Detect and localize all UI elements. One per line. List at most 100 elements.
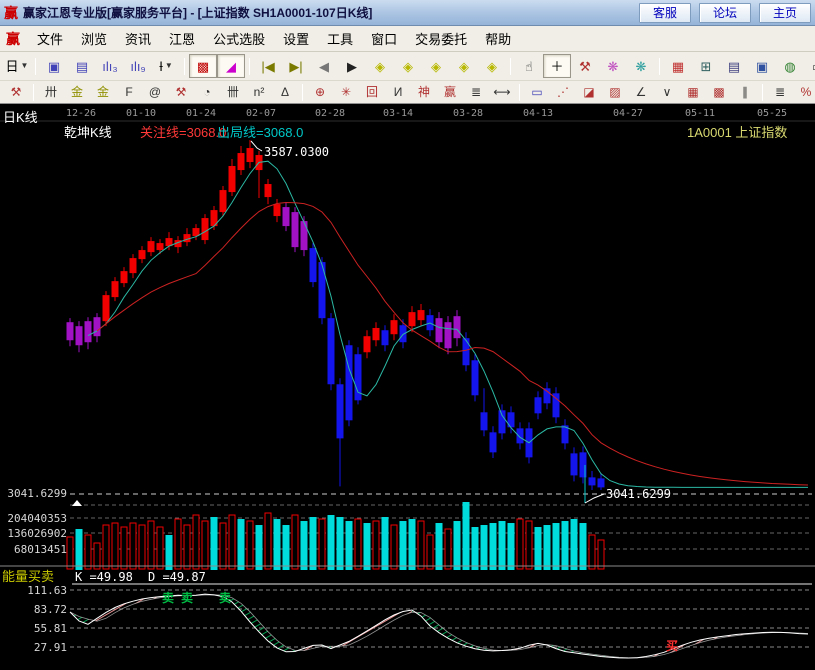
crosshair-button[interactable]: ＋ [543,54,571,78]
gold-channel-button[interactable]: 金 [90,82,116,103]
info-document-button[interactable]: ▤ [68,54,96,78]
width-measure-button[interactable]: ⟷ [489,82,515,103]
prev-page-icon: ◀ [319,60,329,73]
diamond-right-button[interactable]: ◈ [394,54,422,78]
shen-tool-button[interactable]: 神 [411,82,437,103]
period-day-button[interactable]: 日▼ [3,54,31,78]
candle-type-dropdown-icon[interactable]: ▼ [165,62,173,70]
menu-item-news[interactable]: 资讯 [116,26,160,51]
volume-bar [562,521,569,570]
diamond-expand-button[interactable]: ◈ [422,54,450,78]
volume-bar [427,535,433,569]
angle-lines-button[interactable]: ∠ [628,82,654,103]
fibo-f-button[interactable]: F [116,82,142,103]
menu-item-help[interactable]: 帮助 [476,26,520,51]
drag-hand-button[interactable]: ☝ [515,54,543,78]
volume-bar [274,519,281,570]
candle-type-button[interactable]: Ɨ▼ [152,54,180,78]
menu-item-formula-stock-pick[interactable]: 公式选股 [204,26,274,51]
menu-item-window[interactable]: 窗口 [362,26,406,51]
ray-fan-button[interactable]: ⋰ [550,82,576,103]
circle-target-button[interactable]: ⊕ [307,82,333,103]
diamond-full-button[interactable]: ◈ [478,54,506,78]
buy-signal-marker: 买 [666,639,678,653]
chart-area[interactable]: 12-2601-1001-2402-0702-2803-1403-2804-13… [0,104,815,670]
volume-bar [445,529,451,569]
first-page-button[interactable]: |◀ [254,54,282,78]
arrow-pointer-button[interactable]: Δ [272,82,298,103]
grid-fan-icon: ▨ [609,86,620,98]
pick-button[interactable]: ⚒ [3,82,29,103]
starburst-button[interactable]: ✳ [333,82,359,103]
gold-split-button[interactable]: 金 [64,82,90,103]
volume-bar [418,521,424,569]
price-grid-button[interactable]: 卌 [220,82,246,103]
volume-bar [94,543,100,569]
rect-select-button[interactable]: ▭ [524,82,550,103]
customer-service-button[interactable]: 客服 [639,3,691,23]
candle-body [517,428,524,443]
menu-item-settings[interactable]: 设置 [274,26,318,51]
indicator-d-value: D =49.87 [148,570,206,584]
volume-bar [121,527,127,569]
time-cycle-button[interactable]: ◔ [194,82,220,103]
measure-123-button[interactable]: ≣ [463,82,489,103]
menu-item-trade-order[interactable]: 交易委托 [406,26,476,51]
gann-box-button[interactable]: ▦ [680,82,706,103]
save-disk-button[interactable]: ▣ [748,54,776,78]
spiral-button[interactable]: @ [142,82,168,103]
gann-box-icon: ▦ [687,86,698,98]
ying-tool-button[interactable]: 赢 [437,82,463,103]
percent-zone-button[interactable]: % [793,82,815,103]
calendar-button[interactable]: ▦ [664,54,692,78]
qiankun-kline-button[interactable]: ▩ [189,54,217,78]
application-window: 赢 赢家江恩专业版[赢家服务平台] - [上证指数 SH1A0001-107日K… [0,0,815,670]
diamond-compress-button[interactable]: ◈ [450,54,478,78]
fan-box-button[interactable]: ◪ [576,82,602,103]
menu-item-tools[interactable]: 工具 [318,26,362,51]
next-page-button[interactable]: ▶ [338,54,366,78]
forum-button[interactable]: 论坛 [699,3,751,23]
zigzag-button[interactable]: ∨ [654,82,680,103]
last-page-button[interactable]: ▶| [282,54,310,78]
kline-chart-canvas[interactable]: 12-2601-1001-2402-0702-2803-1403-2804-13… [0,104,815,670]
sell-signal-marker: 卖 [181,590,193,605]
menu-item-gann[interactable]: 江恩 [160,26,204,51]
n-square-button[interactable]: n² [246,82,272,103]
diamond-left-button[interactable]: ◈ [366,54,394,78]
indicator-ribbon [430,617,439,632]
prev-page-button[interactable]: ◀ [310,54,338,78]
kline-small-3-button[interactable]: ılı₃ [96,54,124,78]
calculator-button[interactable]: ⊞ [692,54,720,78]
toolbar-separator [510,58,511,75]
grid-fan-button[interactable]: ▨ [602,82,628,103]
parallel-lines-button[interactable]: ∥ [732,82,758,103]
color-chart-icon: ◢ [226,60,236,73]
swing-tool-button[interactable]: И [385,82,411,103]
print-button[interactable]: ▭ [804,54,815,78]
candle-body [148,241,155,252]
spiral-icon: @ [149,86,161,98]
menu-item-browse[interactable]: 浏览 [72,26,116,51]
data-export-button[interactable]: ◍ [776,54,804,78]
flower-purple-button[interactable]: ❋ [599,54,627,78]
volume-bar [112,523,118,569]
kline-small-9-button[interactable]: ılı₉ [124,54,152,78]
period-day-dropdown-icon[interactable]: ▼ [21,62,29,70]
pick-percent-button[interactable]: ⚒ [168,82,194,103]
pick-tool-button[interactable]: ⚒ [571,54,599,78]
gann-grid-button[interactable]: ▩ [706,82,732,103]
grid-tool-button[interactable]: 卅 [38,82,64,103]
market-overview-button[interactable]: ▣ [40,54,68,78]
stat-histogram-button[interactable]: ≣ [767,82,793,103]
color-chart-button[interactable]: ◢ [217,54,245,78]
notes-button[interactable]: ▤ [720,54,748,78]
flower-teal-button[interactable]: ❋ [627,54,655,78]
stat-histogram-icon: ≣ [775,86,785,98]
annotations: 3587.03003041.6299 [251,141,671,503]
menu-item-file[interactable]: 文件 [28,26,72,51]
homepage-button[interactable]: 主页 [759,3,811,23]
candle-body [85,321,92,342]
toolbar-separator [35,58,36,75]
spiral-square-button[interactable]: 回 [359,82,385,103]
